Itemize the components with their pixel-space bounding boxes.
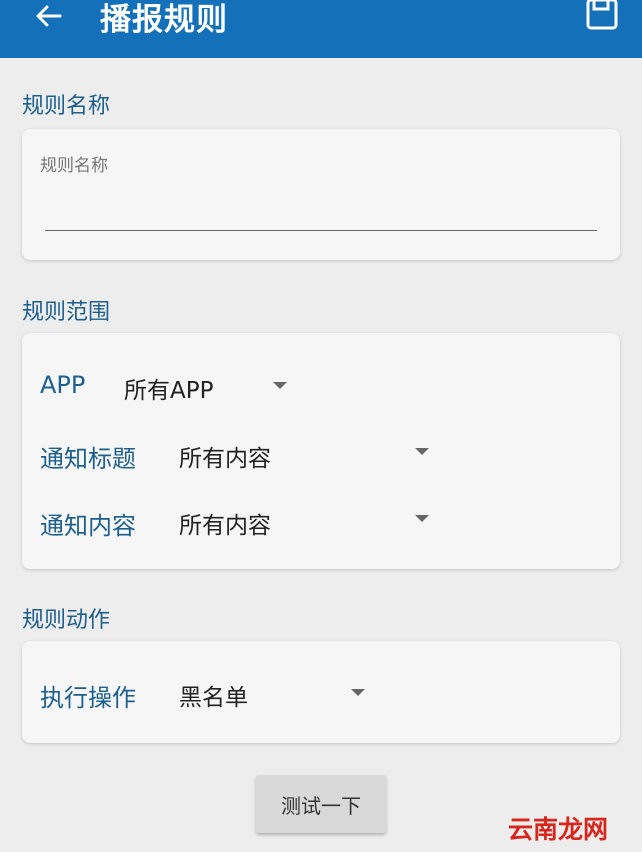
scope-app-dropdown[interactable]: 所有APP [122,361,302,407]
chevron-down-icon [351,689,365,696]
test-button[interactable]: 测试一下 [256,775,386,833]
scope-row-title-label: 通知标题 [40,445,136,473]
rule-scope-card: APP 所有APP 通知标题 所有内容 通知内容 所有内容 [22,333,620,569]
section-label-rule-name: 规则名称 [22,94,111,119]
arrow-left-icon[interactable] [30,0,66,36]
section-label-rule-scope: 规则范围 [22,300,111,325]
rule-name-input-underline [45,230,597,231]
chevron-down-icon [273,382,287,389]
scope-content-dropdown[interactable]: 所有内容 [177,496,447,542]
action-dropdown[interactable]: 黑名单 [177,668,377,714]
scope-row-content-label: 通知内容 [40,512,136,540]
watermark-logo: 云南龙网 [508,815,609,844]
scope-row-app-label: APP [40,371,86,399]
scope-title-dropdown-value: 所有内容 [179,446,271,472]
rule-action-card: 执行操作 黑名单 [22,641,620,743]
chevron-down-icon [415,515,429,522]
scope-title-dropdown[interactable]: 所有内容 [177,429,447,475]
action-dropdown-value: 黑名单 [179,685,248,711]
scope-app-dropdown-value: 所有APP [124,378,214,404]
page-title: 播报规则 [100,2,228,38]
action-row-label: 执行操作 [40,684,136,712]
section-label-rule-action: 规则动作 [22,608,111,633]
chevron-down-icon [415,448,429,455]
scope-content-dropdown-value: 所有内容 [179,513,271,539]
rule-name-input[interactable] [40,179,600,229]
save-icon[interactable] [584,0,620,32]
rule-name-card: 规则名称 [22,129,620,260]
app-bar: 播报规则 [0,0,642,58]
rule-name-input-placeholder: 规则名称 [40,156,108,176]
